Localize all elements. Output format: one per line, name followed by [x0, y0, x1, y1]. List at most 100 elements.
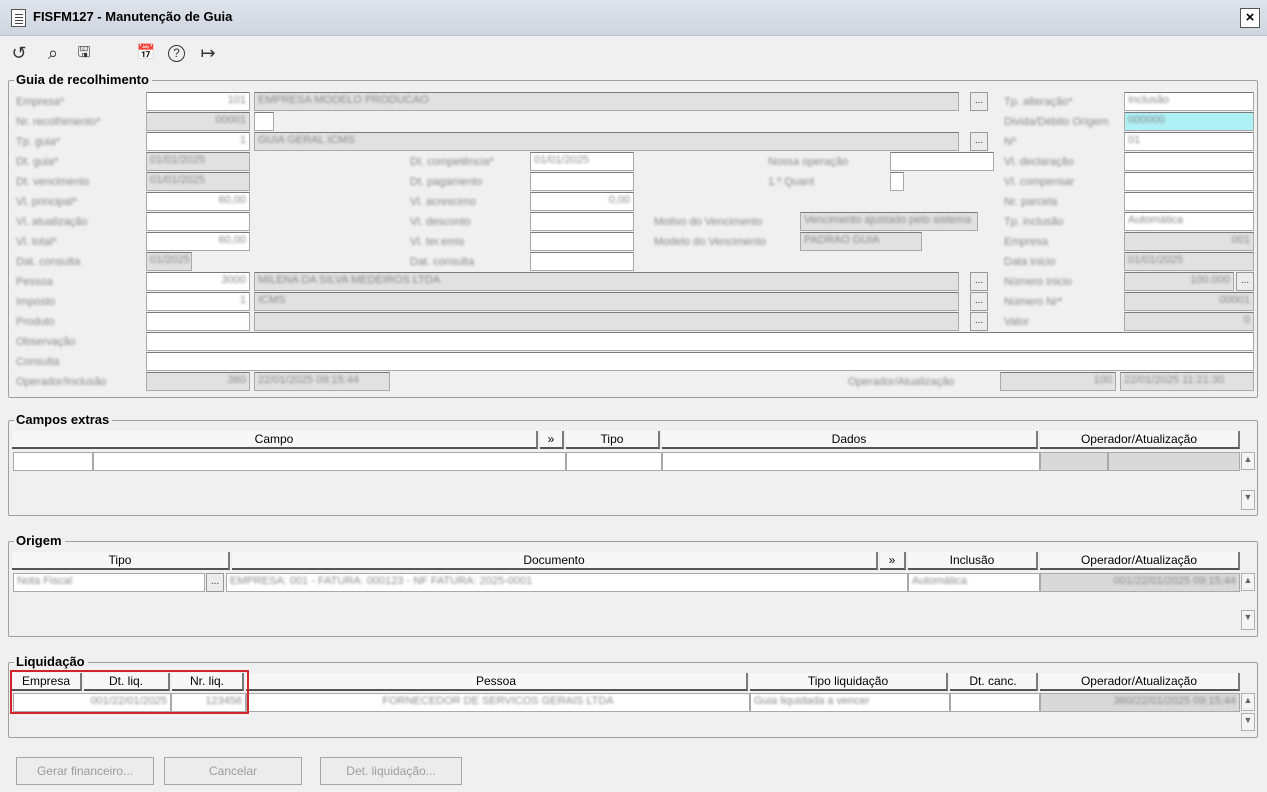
label-vl-total: Vl. total*: [16, 236, 57, 248]
vl-atualizacao-field[interactable]: [146, 212, 250, 231]
tp-guia-lookup-button[interactable]: ...: [970, 132, 988, 151]
search-icon[interactable]: ⌕: [43, 43, 63, 63]
origem-header-tipo[interactable]: Tipo: [12, 552, 230, 570]
liq-header-dt-canc[interactable]: Dt. canc.: [950, 673, 1038, 691]
help-icon[interactable]: ?: [168, 45, 185, 62]
observacao-field[interactable]: [146, 332, 1254, 351]
label-vl-acrescimo: Vl. acrescimo: [410, 196, 477, 208]
label-operador-inclusao: Operador/Inclusão: [16, 376, 107, 388]
origem-tipo-dropdown[interactable]: ...: [206, 573, 224, 592]
label-nr: Nº: [1004, 136, 1016, 148]
extras-scroll-up[interactable]: ▲: [1241, 452, 1255, 470]
window-title: FISFM127 - Manutenção de Guia: [33, 9, 233, 24]
dt-competencia-field[interactable]: 01/01/2025: [530, 152, 634, 171]
origem-header-inclusao[interactable]: Inclusão: [908, 552, 1038, 570]
empresa-lookup-button[interactable]: ...: [970, 92, 988, 111]
extras-scroll-down[interactable]: ▼: [1241, 490, 1255, 510]
vl-compensar-field[interactable]: [1124, 172, 1254, 191]
label-dat-consulta: Dat. consulta: [16, 256, 81, 268]
extras-header-operador[interactable]: Operador/Atualização: [1040, 431, 1240, 449]
label-pessoa: Pessoa: [16, 276, 53, 288]
liq-row-dt-canc[interactable]: [950, 693, 1040, 712]
label-imposto: Imposto: [16, 296, 56, 308]
extras-row-cell[interactable]: [662, 452, 1040, 471]
extras-row-cell: [1108, 452, 1240, 471]
nr-recolhimento-field: 00001: [146, 112, 250, 131]
liq-header-pessoa[interactable]: Pessoa: [246, 673, 748, 691]
extras-row-cell[interactable]: [566, 452, 662, 471]
extras-header-more[interactable]: »: [540, 431, 564, 449]
nossa-operacao-field[interactable]: [890, 152, 994, 171]
pessoa-lookup-button[interactable]: ...: [970, 272, 988, 291]
label-vl-ter-emis: Vl. ter.emis: [410, 236, 465, 248]
exit-icon[interactable]: ↦: [198, 43, 218, 63]
det-liquidacao-button[interactable]: Det. liquidação...: [320, 757, 462, 785]
label-dat-consulta-2: Dat. consulta: [410, 256, 475, 268]
origem-row-documento[interactable]: EMPRESA: 001 - FATURA: 000123 - NF FATUR…: [226, 573, 908, 592]
liq-scroll-up[interactable]: ▲: [1241, 693, 1255, 711]
operador-atualizacao-code: 100: [1000, 372, 1116, 391]
origem-header-operador[interactable]: Operador/Atualização: [1040, 552, 1240, 570]
label-vl-atualizacao: Vl. atualização: [16, 216, 88, 228]
vl-total-field[interactable]: 60,00: [146, 232, 250, 251]
label-modelo-vencimento: Modelo do Vencimento: [654, 236, 766, 248]
label-operador-atualizacao: Operador/Atualização: [848, 376, 955, 388]
nr-parcela-field[interactable]: [1124, 192, 1254, 211]
vl-principal-field[interactable]: 60,00: [146, 192, 250, 211]
liq-header-operador[interactable]: Operador/Atualização: [1040, 673, 1240, 691]
save-icon[interactable]: 🖫: [74, 43, 94, 63]
dat-consulta-2-field[interactable]: [530, 252, 634, 271]
imposto-lookup-button[interactable]: ...: [970, 292, 988, 311]
origem-row-tipo[interactable]: Nota Fiscal: [13, 573, 205, 592]
nr-field[interactable]: 01: [1124, 132, 1254, 151]
imposto-code-field[interactable]: 1: [146, 292, 250, 311]
label-dt-vencimento: Dt. vencimento: [16, 176, 90, 188]
cancelar-button[interactable]: Cancelar: [164, 757, 302, 785]
label-vl-principal: Vl. principal*: [16, 196, 78, 208]
vl-acrescimo-field[interactable]: 0,00: [530, 192, 634, 211]
empresa-code-field[interactable]: 101: [146, 92, 250, 111]
calendar-icon[interactable]: 📅: [136, 43, 156, 63]
origem-header-documento[interactable]: Documento: [232, 552, 878, 570]
vl-desconto-field[interactable]: [530, 212, 634, 231]
consulta-field[interactable]: [146, 352, 1254, 371]
divida-origem-field[interactable]: 000000: [1124, 112, 1254, 131]
extras-row-cell[interactable]: [13, 452, 93, 471]
origem-scroll-down[interactable]: ▼: [1241, 610, 1255, 630]
produto-name-field: [254, 312, 959, 331]
dt-pagamento-field[interactable]: [530, 172, 634, 191]
liq-row-pessoa[interactable]: FORNECEDOR DE SERVICOS GERAIS LTDA: [246, 693, 750, 712]
label-quant: 1.º Quant: [768, 176, 815, 188]
vl-declaracao-field[interactable]: [1124, 152, 1254, 171]
origem-header-more[interactable]: »: [880, 552, 906, 570]
label-vl-compensar: Vl. compensar: [1004, 176, 1075, 188]
tp-inclusao-field[interactable]: Automática: [1124, 212, 1254, 231]
numero-inicio-lookup[interactable]: ...: [1236, 272, 1254, 291]
produto-lookup-button[interactable]: ...: [970, 312, 988, 331]
origem-row-inclusao[interactable]: Automática: [908, 573, 1040, 592]
pessoa-name-field: MILENA DA SILVA MEDEIROS LTDA: [254, 272, 959, 291]
pessoa-code-field[interactable]: 3000: [146, 272, 250, 291]
vl-ter-emis-field[interactable]: [530, 232, 634, 251]
extras-row-cell[interactable]: [93, 452, 566, 471]
tp-alteracao-field[interactable]: Inclusão: [1124, 92, 1254, 111]
liq-row-operador: 360/22/01/2025 09:15:44: [1040, 693, 1240, 712]
produto-code-field[interactable]: [146, 312, 250, 331]
liq-scroll-down[interactable]: ▼: [1241, 713, 1255, 731]
label-nossa-operacao: Nossa operação: [768, 156, 849, 168]
close-button[interactable]: ×: [1240, 8, 1260, 28]
label-dt-pagamento: Dt. pagamento: [410, 176, 483, 188]
numero-inicio-field: 100.000: [1124, 272, 1234, 291]
tp-guia-code-field[interactable]: 1: [146, 132, 250, 151]
extras-header-campo[interactable]: Campo: [12, 431, 538, 449]
undo-icon[interactable]: ↺: [9, 43, 29, 63]
nr-recolhimento-aux[interactable]: [254, 112, 274, 131]
origem-scroll-up[interactable]: ▲: [1241, 573, 1255, 591]
liq-row-tipo[interactable]: Guia liquidada a vencer: [750, 693, 950, 712]
liq-header-tipo[interactable]: Tipo liquidação: [750, 673, 948, 691]
quant-checkbox[interactable]: [890, 172, 904, 191]
extras-header-tipo[interactable]: Tipo: [566, 431, 660, 449]
extras-header-dados[interactable]: Dados: [662, 431, 1038, 449]
operador-inclusao-code: 360: [146, 372, 250, 391]
gerar-financeiro-button[interactable]: Gerar financeiro...: [16, 757, 154, 785]
